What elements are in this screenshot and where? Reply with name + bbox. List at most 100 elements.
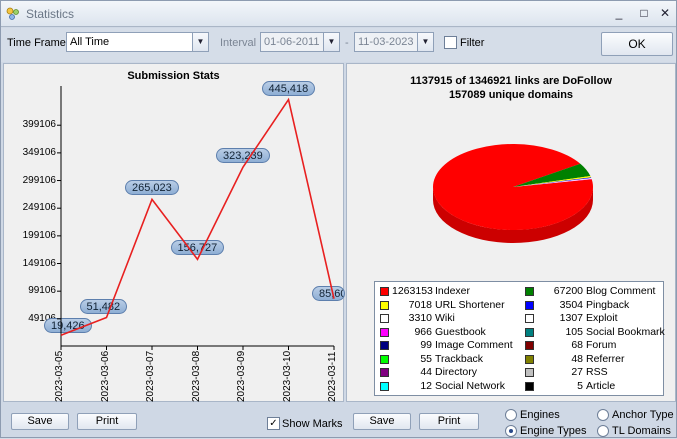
engines-label: Engines	[520, 409, 560, 421]
title-bar: Statistics _ □ ✕	[1, 1, 676, 27]
legend-swatch	[525, 327, 534, 337]
tl-domains-radio[interactable]	[597, 425, 609, 437]
ok-button[interactable]: OK	[601, 32, 673, 56]
y-tick-label: 149106	[22, 257, 56, 269]
legend-swatch	[380, 300, 389, 310]
y-tick-label: 99106	[28, 285, 56, 297]
legend-value: 1307	[559, 312, 583, 324]
engine-types-label: Engine Types	[520, 425, 587, 437]
filter-checkbox[interactable]	[444, 36, 457, 49]
legend-label: Image Comment	[435, 339, 513, 351]
pie-chart-subtitle: 157089 unique domains	[448, 89, 574, 101]
legend-label: Guestbook	[435, 325, 486, 338]
legend-item: 5 Article	[525, 380, 662, 393]
time-frame-value: All Time	[70, 36, 110, 48]
chart-save-button[interactable]: Save	[11, 413, 69, 430]
maximize-button[interactable]: □	[633, 5, 655, 21]
tl-domains-label: TL Domains	[612, 425, 671, 437]
legend-item: 44 Directory	[380, 366, 517, 379]
window-title: Statistics	[26, 7, 75, 21]
legend-label: Trackback	[435, 352, 484, 365]
legend-label: Social Network	[435, 379, 506, 392]
x-tick-label: 2023-03-05	[54, 350, 65, 402]
legend-label: RSS	[586, 366, 608, 378]
legend-value: 67200	[553, 285, 583, 297]
legend-swatch	[380, 314, 389, 323]
close-button[interactable]: ✕	[654, 5, 676, 21]
legend-swatch	[525, 368, 534, 377]
legend-item: 1307 Exploit	[525, 312, 662, 325]
legend-item: 67200 Blog Comment	[525, 285, 662, 298]
legend-label: Blog Comment	[586, 285, 656, 297]
legend-label: URL Shortener	[435, 298, 505, 311]
chevron-down-icon[interactable]: ▼	[323, 33, 339, 51]
x-tick-label: 2023-03-11	[327, 351, 338, 402]
engines-radio[interactable]	[505, 409, 517, 421]
legend-swatch	[380, 341, 389, 350]
data-label: 265,023	[125, 180, 179, 196]
legend-label: Directory	[435, 366, 478, 378]
legend-value: 68	[571, 339, 583, 351]
x-tick-label: 2023-03-07	[145, 350, 156, 402]
show-marks-label: Show Marks	[282, 418, 343, 430]
pie-chart-title: 1137915 of 1346921 links are DoFollow	[410, 75, 612, 87]
chevron-down-icon[interactable]: ▼	[417, 33, 433, 51]
legend-value: 27	[571, 366, 583, 378]
interval-label: Interval	[220, 37, 257, 49]
legend-label: Article	[586, 379, 616, 392]
legend-swatch	[380, 327, 389, 337]
legend-item: 99 Image Comment	[380, 339, 517, 352]
date-to-picker[interactable]: 11-03-2023 ▼	[354, 32, 434, 52]
show-marks-checkbox[interactable]: ✓	[267, 417, 280, 430]
engine-types-radio[interactable]	[505, 425, 517, 437]
legend-item: 966 Guestbook	[380, 326, 517, 339]
date-from-picker[interactable]: 01-06-2011 ▼	[260, 32, 340, 52]
legend-item: 48 Referrer	[525, 353, 662, 366]
legend-value: 1263153	[392, 285, 433, 297]
chevron-down-icon[interactable]: ▼	[192, 33, 208, 51]
y-tick-label: 349106	[22, 146, 56, 158]
data-label: 51,482	[79, 298, 128, 314]
x-tick-label: 2023-03-08	[190, 350, 202, 402]
y-tick-label: 299106	[22, 174, 56, 186]
data-label: 156,727	[170, 240, 225, 256]
legend-label: Wiki	[435, 312, 455, 324]
pie-legend: 1263153 Indexer 7018 URL Shortener 3310 Wiki 9…	[374, 281, 665, 396]
data-label: 445,418	[261, 80, 316, 96]
anchor-type-radio[interactable]	[597, 409, 609, 421]
chart-print-button[interactable]: Print	[77, 413, 137, 430]
x-tick-label: 2023-03-06	[99, 350, 111, 402]
legend-swatch	[525, 341, 534, 350]
legend-item: 105 Social Bookmark	[525, 326, 665, 339]
x-tick-label: 2023-03-09	[236, 350, 247, 402]
legend-value: 3310	[408, 312, 432, 324]
legend-swatch	[525, 287, 534, 296]
legend-value: 44	[420, 366, 432, 378]
legend-item: 68 Forum	[525, 339, 662, 352]
legend-swatch	[380, 354, 389, 364]
minimize-button[interactable]: _	[608, 5, 630, 21]
legend-swatch	[380, 368, 389, 377]
legend-swatch	[380, 287, 389, 296]
date-separator: -	[345, 37, 349, 49]
anchor-type-label: Anchor Type	[612, 409, 674, 421]
data-label: 85,60	[312, 285, 345, 301]
legend-swatch	[380, 381, 389, 391]
legend-item: 55 Trackback	[380, 353, 517, 366]
legend-value: 966	[414, 325, 432, 338]
legend-label: Referrer	[586, 352, 625, 365]
legend-swatch	[525, 354, 534, 364]
legend-swatch	[525, 314, 534, 323]
legend-item: 12 Social Network	[380, 380, 517, 393]
y-tick-label: 399106	[22, 119, 56, 131]
date-from-value: 01-06-2011	[264, 36, 320, 48]
legend-label: Pingback	[586, 298, 630, 311]
pie-save-button[interactable]: Save	[353, 413, 411, 430]
date-to-value: 11-03-2023	[358, 36, 414, 48]
time-frame-select[interactable]: All Time ▼	[66, 32, 209, 52]
legend-value: 55	[420, 352, 432, 365]
pie-print-button[interactable]: Print	[419, 413, 479, 430]
data-label: 19,426	[44, 318, 92, 334]
y-tick-label: 249106	[22, 202, 56, 214]
statistics-window: Statistics _ □ ✕ Time Frame All Time ▼ I…	[0, 0, 677, 438]
